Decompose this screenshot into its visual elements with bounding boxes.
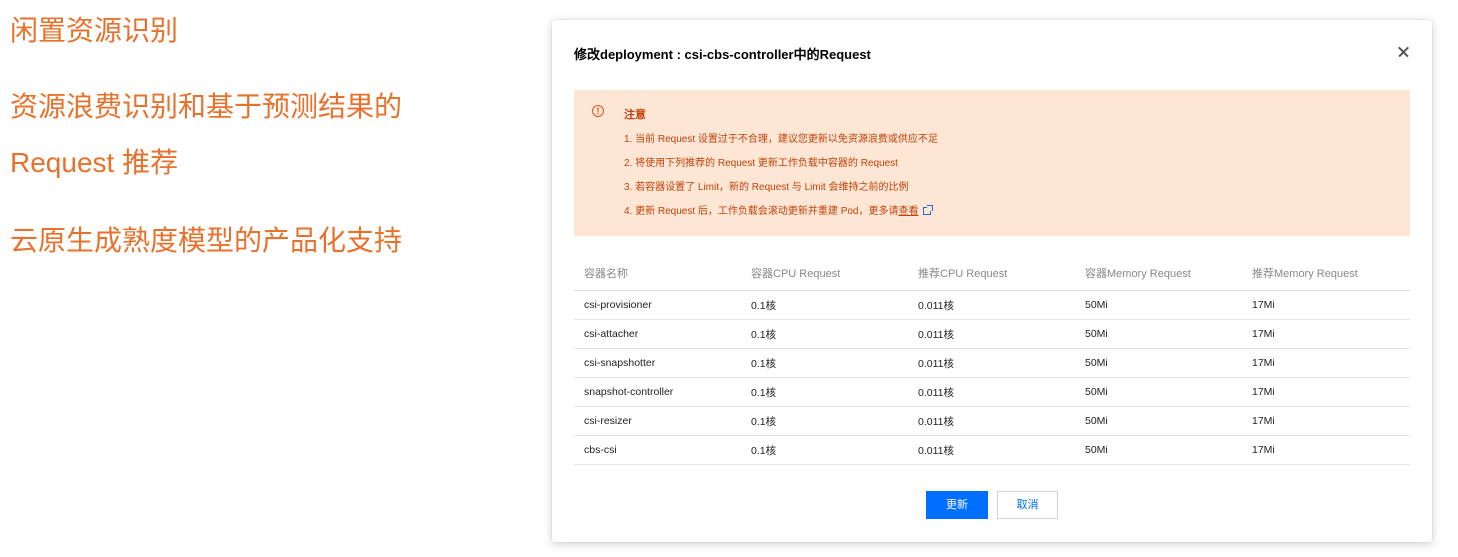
cell-container-memory: 50Mi [1075,406,1242,436]
feature-resource-waste-line2: Request 推荐 [10,147,179,178]
cell-recommended-cpu: 0.011核 [908,290,1075,320]
cell-container-name: snapshot-controller [574,377,741,407]
cell-container-memory: 50Mi [1075,377,1242,407]
cell-container-name: csi-snapshotter [574,348,741,378]
cell-container-cpu: 0.1核 [741,348,908,378]
cell-recommended-memory: 17Mi [1242,406,1410,436]
cell-recommended-memory: 17Mi [1242,435,1410,465]
table-row: cbs-csi 0.1核 0.011核 50Mi 17Mi [574,435,1410,465]
notice-item: 2. 将使用下列推荐的 Request 更新工作负载中容器的 Request [624,158,898,169]
close-icon[interactable] [1394,42,1414,62]
cell-container-cpu: 0.1核 [741,319,908,349]
cell-recommended-cpu: 0.011核 [908,435,1075,465]
feature-resource-waste-line1: 资源浪费识别和基于预测结果的 [10,91,403,122]
cell-container-name: csi-provisioner [574,290,741,320]
cell-recommended-memory: 17Mi [1242,290,1410,320]
cell-container-cpu: 0.1核 [741,435,908,465]
cell-recommended-cpu: 0.011核 [908,319,1075,349]
table-row: snapshot-controller 0.1核 0.011核 50Mi 17M… [574,377,1410,407]
warning-circle-icon: ! [592,105,604,117]
cell-container-name: cbs-csi [574,435,741,465]
header-container-name: 容器名称 [574,256,741,291]
table-row: csi-resizer 0.1核 0.011核 50Mi 17Mi [574,406,1410,436]
modify-request-dialog: 修改deployment : csi-cbs-controller中的Reque… [552,20,1432,542]
notice-list: 1. 当前 Request 设置过于不合理，建议您更新以免资源浪费或供应不足 2… [624,134,938,230]
table-row: csi-provisioner 0.1核 0.011核 50Mi 17Mi [574,290,1410,320]
notice-box: ! 注意 1. 当前 Request 设置过于不合理，建议您更新以免资源浪费或供… [574,90,1410,236]
notice-title: 注意 [624,109,646,121]
header-container-memory: 容器Memory Request [1075,256,1242,291]
feature-maturity-model: 云原生成熟度模型的产品化支持 [10,225,403,256]
cell-container-memory: 50Mi [1075,290,1242,320]
notice-item: 1. 当前 Request 设置过于不合理，建议您更新以免资源浪费或供应不足 [624,134,938,145]
request-table: 容器名称 容器CPU Request 推荐CPU Request 容器Memor… [574,256,1410,465]
cell-recommended-cpu: 0.011核 [908,348,1075,378]
header-container-cpu: 容器CPU Request [741,256,908,291]
notice-item: 4. 更新 Request 后，工作负载会滚动更新并重建 Pod，更多请查看 [624,205,938,230]
cancel-button[interactable]: 取消 [997,491,1058,519]
notice-item-text: 4. 更新 Request 后，工作负载会滚动更新并重建 Pod，更多请 [624,206,899,217]
cell-container-name: csi-attacher [574,319,741,349]
cell-container-cpu: 0.1核 [741,406,908,436]
cell-recommended-cpu: 0.011核 [908,377,1075,407]
cell-recommended-memory: 17Mi [1242,348,1410,378]
notice-item: 3. 若容器设置了 Limit，新的 Request 与 Limit 会维持之前… [624,182,909,193]
feature-idle-resource: 闲置资源识别 [10,15,179,46]
table-header-row: 容器名称 容器CPU Request 推荐CPU Request 容器Memor… [574,256,1410,291]
cell-container-cpu: 0.1核 [741,290,908,320]
update-button[interactable]: 更新 [926,491,988,519]
table-row: csi-snapshotter 0.1核 0.011核 50Mi 17Mi [574,348,1410,378]
view-link[interactable]: 查看 [899,206,919,217]
cell-recommended-cpu: 0.011核 [908,406,1075,436]
table-row: csi-attacher 0.1核 0.011核 50Mi 17Mi [574,319,1410,349]
cell-container-memory: 50Mi [1075,348,1242,378]
cell-container-name: csi-resizer [574,406,741,436]
dialog-title: 修改deployment : csi-cbs-controller中的Reque… [574,47,871,62]
cell-container-cpu: 0.1核 [741,377,908,407]
cell-recommended-memory: 17Mi [1242,377,1410,407]
cell-recommended-memory: 17Mi [1242,319,1410,349]
external-link-icon[interactable] [922,205,933,215]
header-recommended-memory: 推荐Memory Request [1242,256,1410,291]
header-recommended-cpu: 推荐CPU Request [908,256,1075,291]
cell-container-memory: 50Mi [1075,319,1242,349]
cell-container-memory: 50Mi [1075,435,1242,465]
